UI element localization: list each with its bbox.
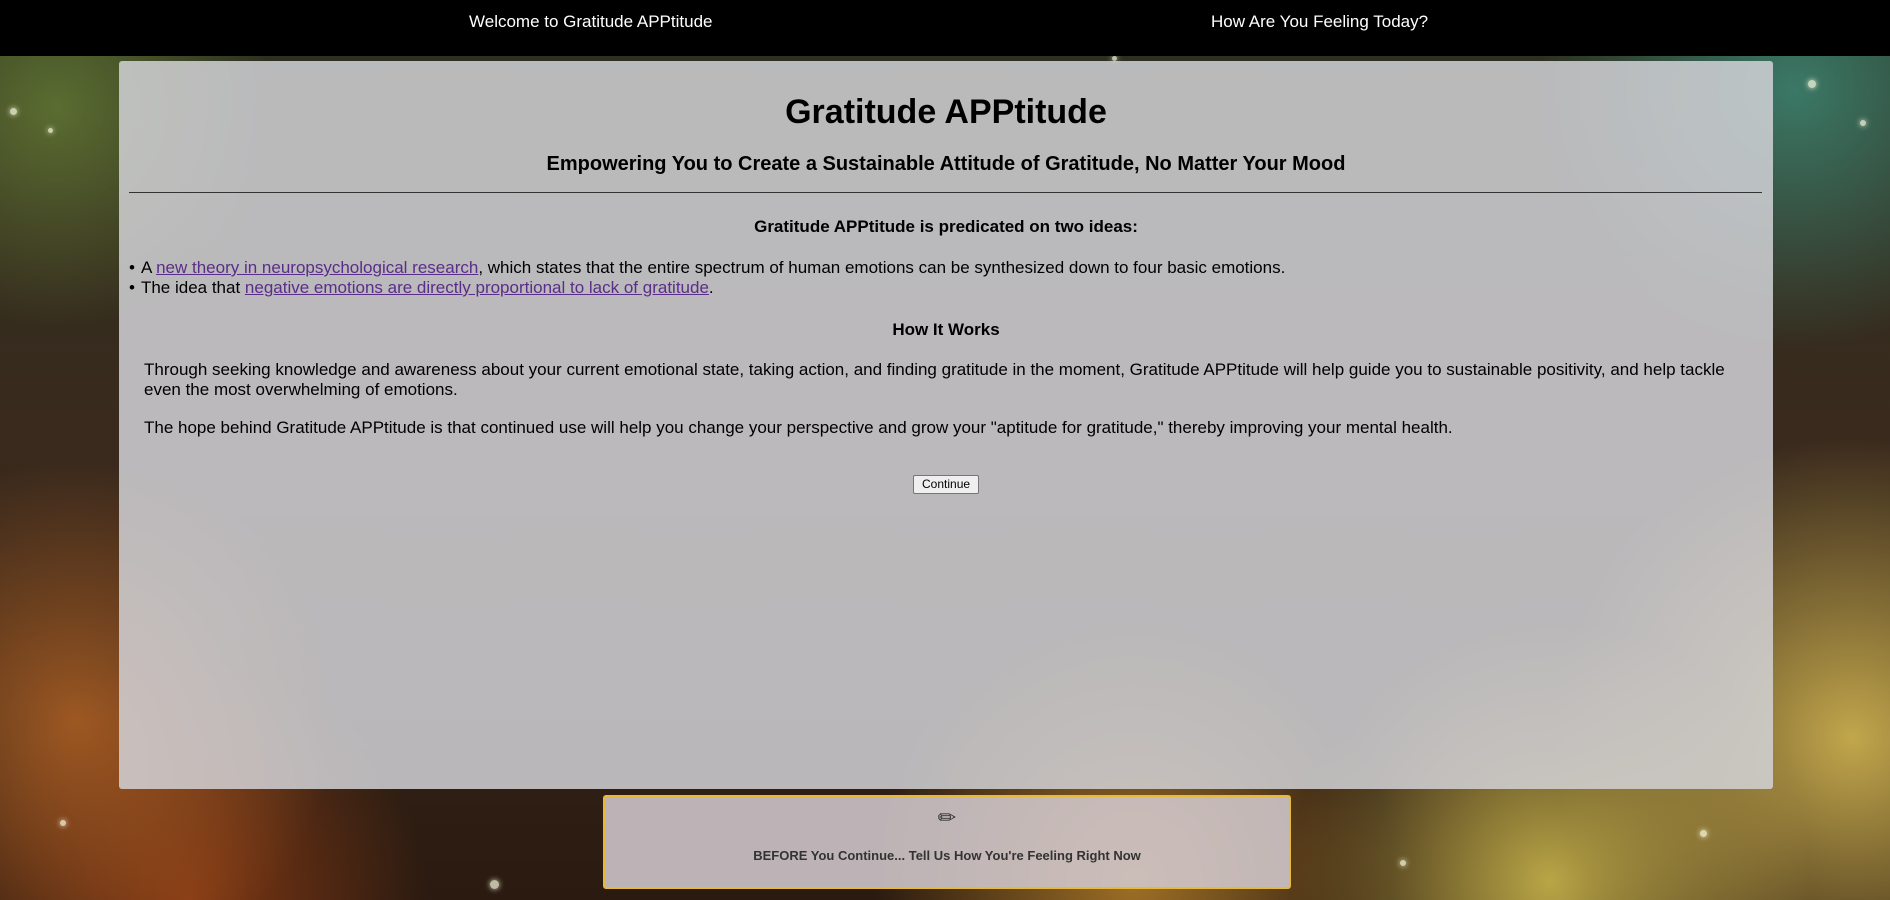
list-item: The idea that negative emotions are dire…: [129, 278, 1285, 298]
background-sparkle: [60, 820, 66, 826]
idea-prefix: The idea that: [140, 278, 245, 297]
predicated-heading: Gratitude APPtitude is predicated on two…: [754, 217, 1138, 236]
list-item: A new theory in neuropsychological resea…: [129, 258, 1285, 278]
feeling-prompt-card[interactable]: ✏ BEFORE You Continue... Tell Us How You…: [603, 795, 1291, 889]
neuropsych-research-link[interactable]: new theory in neuropsychological researc…: [156, 258, 478, 277]
ideas-list: A new theory in neuropsychological resea…: [129, 258, 1285, 298]
feeling-prompt-text: BEFORE You Continue... Tell Us How You'r…: [753, 848, 1141, 863]
top-nav-bar: Welcome to Gratitude APPtitude How Are Y…: [0, 0, 1890, 56]
pencil-icon: ✏: [937, 805, 957, 830]
background-sparkle: [1860, 120, 1866, 126]
background-sparkle: [48, 128, 53, 133]
idea-prefix: A: [140, 258, 157, 277]
page-subtitle: Empowering You to Create a Sustainable A…: [546, 153, 1346, 175]
negative-emotions-link[interactable]: negative emotions are directly proportio…: [245, 278, 709, 297]
idea-suffix: , which states that the entire spectrum …: [478, 258, 1286, 277]
idea-suffix: .: [708, 278, 714, 297]
how-it-works-paragraph: Through seeking knowledge and awareness …: [144, 360, 1725, 399]
title-divider: [129, 192, 1762, 193]
background-sparkle: [1700, 830, 1707, 837]
continue-button[interactable]: Continue: [913, 475, 980, 494]
how-it-works-heading: How It Works: [892, 320, 1000, 339]
page-title: Gratitude APPtitude: [785, 93, 1107, 131]
background-sparkle: [1808, 80, 1816, 88]
hope-paragraph: The hope behind Gratitude APPtitude is t…: [144, 418, 1453, 437]
background-sparkle: [1400, 860, 1406, 866]
nav-link-welcome[interactable]: Welcome to Gratitude APPtitude: [469, 12, 712, 32]
background-sparkle: [490, 880, 499, 889]
nav-link-feeling[interactable]: How Are You Feeling Today?: [1211, 12, 1428, 32]
main-content-panel: Gratitude APPtitude Empowering You to Cr…: [119, 61, 1773, 789]
background-sparkle: [10, 108, 17, 115]
